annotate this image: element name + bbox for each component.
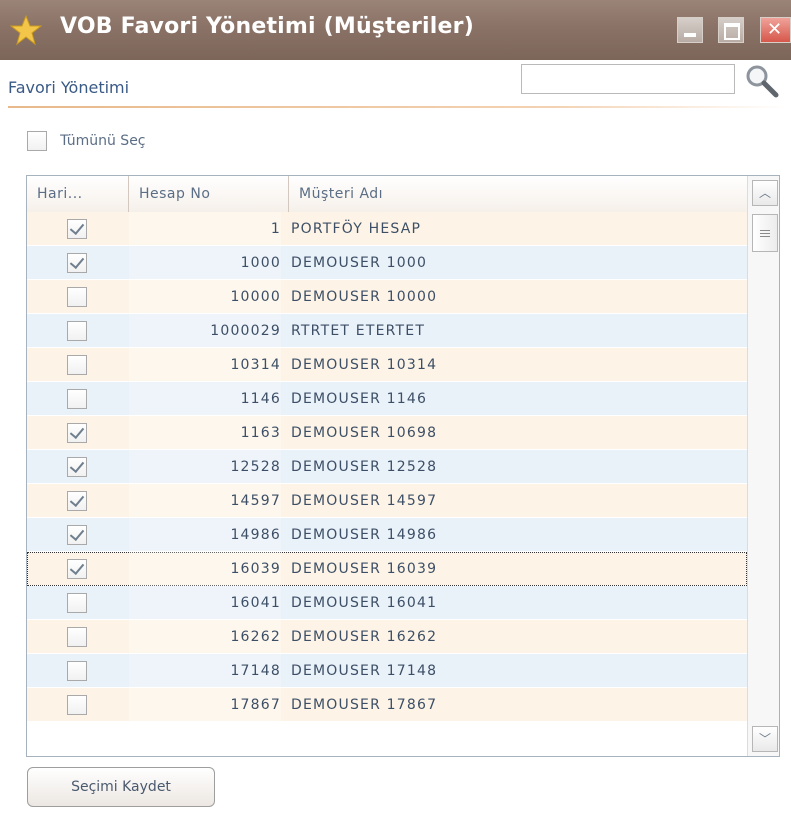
row-checkbox[interactable] [67, 491, 87, 511]
account-no-cell: 17148 [129, 654, 281, 688]
table-row[interactable]: 14597 DEMOUSER 14597 [27, 484, 747, 518]
row-checkbox[interactable] [67, 695, 87, 715]
customer-name-cell: DEMOUSER 1000 [291, 255, 428, 271]
row-checkbox[interactable] [67, 627, 87, 647]
vertical-scrollbar[interactable]: ︿ ﹀ [747, 176, 779, 756]
close-button[interactable] [760, 17, 791, 43]
save-selection-button[interactable]: Seçimi Kaydet [27, 767, 215, 807]
customer-name-cell: DEMOUSER 10000 [291, 289, 438, 305]
row-checkbox[interactable] [67, 389, 87, 409]
grip-line [760, 230, 770, 231]
star-icon [10, 14, 42, 46]
window-title: VOB Favori Yönetimi (Müşteriler) [60, 14, 474, 39]
row-checkbox[interactable] [67, 525, 87, 545]
scroll-thumb[interactable] [752, 214, 778, 252]
select-all-label: Tümünü Seç [60, 132, 146, 149]
row-checkbox[interactable] [67, 661, 87, 681]
grip-line [760, 233, 770, 234]
customer-name-cell: DEMOUSER 17148 [291, 663, 438, 679]
customer-name-cell: DEMOUSER 10314 [291, 357, 438, 373]
table-row[interactable]: 10000 DEMOUSER 10000 [27, 280, 747, 314]
customer-name-cell: DEMOUSER 12528 [291, 459, 438, 475]
customer-name-cell: DEMOUSER 16262 [291, 629, 438, 645]
row-checkbox[interactable] [67, 559, 87, 579]
account-no-cell: 1000 [129, 246, 281, 280]
search-input[interactable] [521, 64, 735, 94]
customer-name-cell: DEMOUSER 16041 [291, 595, 438, 611]
header-divider [8, 106, 788, 108]
account-no-cell: 17867 [129, 688, 281, 722]
customer-name-cell: DEMOUSER 10698 [291, 425, 438, 441]
chevron-down-icon: ﹀ [758, 732, 771, 746]
customer-grid: Hari... Hesap No Müşteri Adı 1 PORTFÖY HE… [26, 175, 780, 757]
table-row[interactable]: 14986 DEMOUSER 14986 [27, 518, 747, 552]
select-all-checkbox[interactable]: Tümünü Seç [27, 130, 146, 156]
table-row[interactable]: 16039 DEMOUSER 16039 [27, 552, 747, 586]
table-row[interactable]: 12528 DEMOUSER 12528 [27, 450, 747, 484]
grip-line [760, 236, 770, 237]
customer-name-cell: DEMOUSER 17867 [291, 697, 438, 713]
account-no-cell: 16262 [129, 620, 281, 654]
magnifier-icon[interactable] [742, 62, 782, 102]
minimize-button[interactable] [677, 17, 703, 43]
favorites-window: VOB Favori Yönetimi (Müşteriler) Favori … [0, 0, 791, 820]
table-row[interactable]: 1163 DEMOUSER 10698 [27, 416, 747, 450]
table-row[interactable]: 16262 DEMOUSER 16262 [27, 620, 747, 654]
row-checkbox[interactable] [67, 423, 87, 443]
customer-name-cell: DEMOUSER 16039 [291, 561, 438, 577]
row-checkbox[interactable] [67, 355, 87, 375]
column-header-exclude[interactable]: Hari... [27, 176, 129, 212]
table-row[interactable]: 1000029 RTRTET ETERTET [27, 314, 747, 348]
account-no-cell: 14597 [129, 484, 281, 518]
title-bar[interactable]: VOB Favori Yönetimi (Müşteriler) [0, 0, 791, 60]
section-title: Favori Yönetimi [8, 78, 130, 97]
account-no-cell: 10314 [129, 348, 281, 382]
row-checkbox[interactable] [67, 219, 87, 239]
account-no-cell: 10000 [129, 280, 281, 314]
account-no-cell: 1163 [129, 416, 281, 450]
row-checkbox[interactable] [67, 253, 87, 273]
table-row[interactable]: 1146 DEMOUSER 1146 [27, 382, 747, 416]
customer-name-cell: PORTFÖY HESAP [291, 221, 422, 237]
customer-name-cell: DEMOUSER 14597 [291, 493, 438, 509]
account-no-cell: 16041 [129, 586, 281, 620]
table-row[interactable]: 1 PORTFÖY HESAP [27, 212, 747, 246]
table-row[interactable]: 10314 DEMOUSER 10314 [27, 348, 747, 382]
grid-rows: 1 PORTFÖY HESAP 1000 DEMOUSER 1000 10000 DEMO… [27, 212, 747, 722]
customer-name-cell: DEMOUSER 1146 [291, 391, 428, 407]
customer-name-cell: DEMOUSER 14986 [291, 527, 438, 543]
customer-name-cell: RTRTET ETERTET [291, 323, 426, 339]
column-header-account-no[interactable]: Hesap No [129, 176, 289, 212]
account-no-cell: 1 [129, 212, 281, 246]
row-checkbox[interactable] [67, 287, 87, 307]
table-row[interactable]: 17867 DEMOUSER 17867 [27, 688, 747, 722]
select-all-box[interactable] [27, 130, 47, 151]
row-checkbox[interactable] [67, 593, 87, 613]
account-no-cell: 1146 [129, 382, 281, 416]
scroll-up-button[interactable]: ︿ [752, 180, 778, 206]
account-no-cell: 14986 [129, 518, 281, 552]
maximize-button[interactable] [718, 17, 744, 43]
account-no-cell: 12528 [129, 450, 281, 484]
account-no-cell: 1000029 [129, 314, 281, 348]
row-checkbox[interactable] [67, 457, 87, 477]
grid-header: Hari... Hesap No Müşteri Adı [27, 176, 747, 213]
account-no-cell: 16039 [129, 552, 281, 586]
table-row[interactable]: 17148 DEMOUSER 17148 [27, 654, 747, 688]
chevron-up-icon: ︿ [758, 186, 771, 200]
table-row[interactable]: 16041 DEMOUSER 16041 [27, 586, 747, 620]
column-header-customer-name[interactable]: Müşteri Adı [289, 176, 747, 212]
table-row[interactable]: 1000 DEMOUSER 1000 [27, 246, 747, 280]
scroll-down-button[interactable]: ﹀ [752, 726, 778, 752]
row-checkbox[interactable] [67, 321, 87, 341]
